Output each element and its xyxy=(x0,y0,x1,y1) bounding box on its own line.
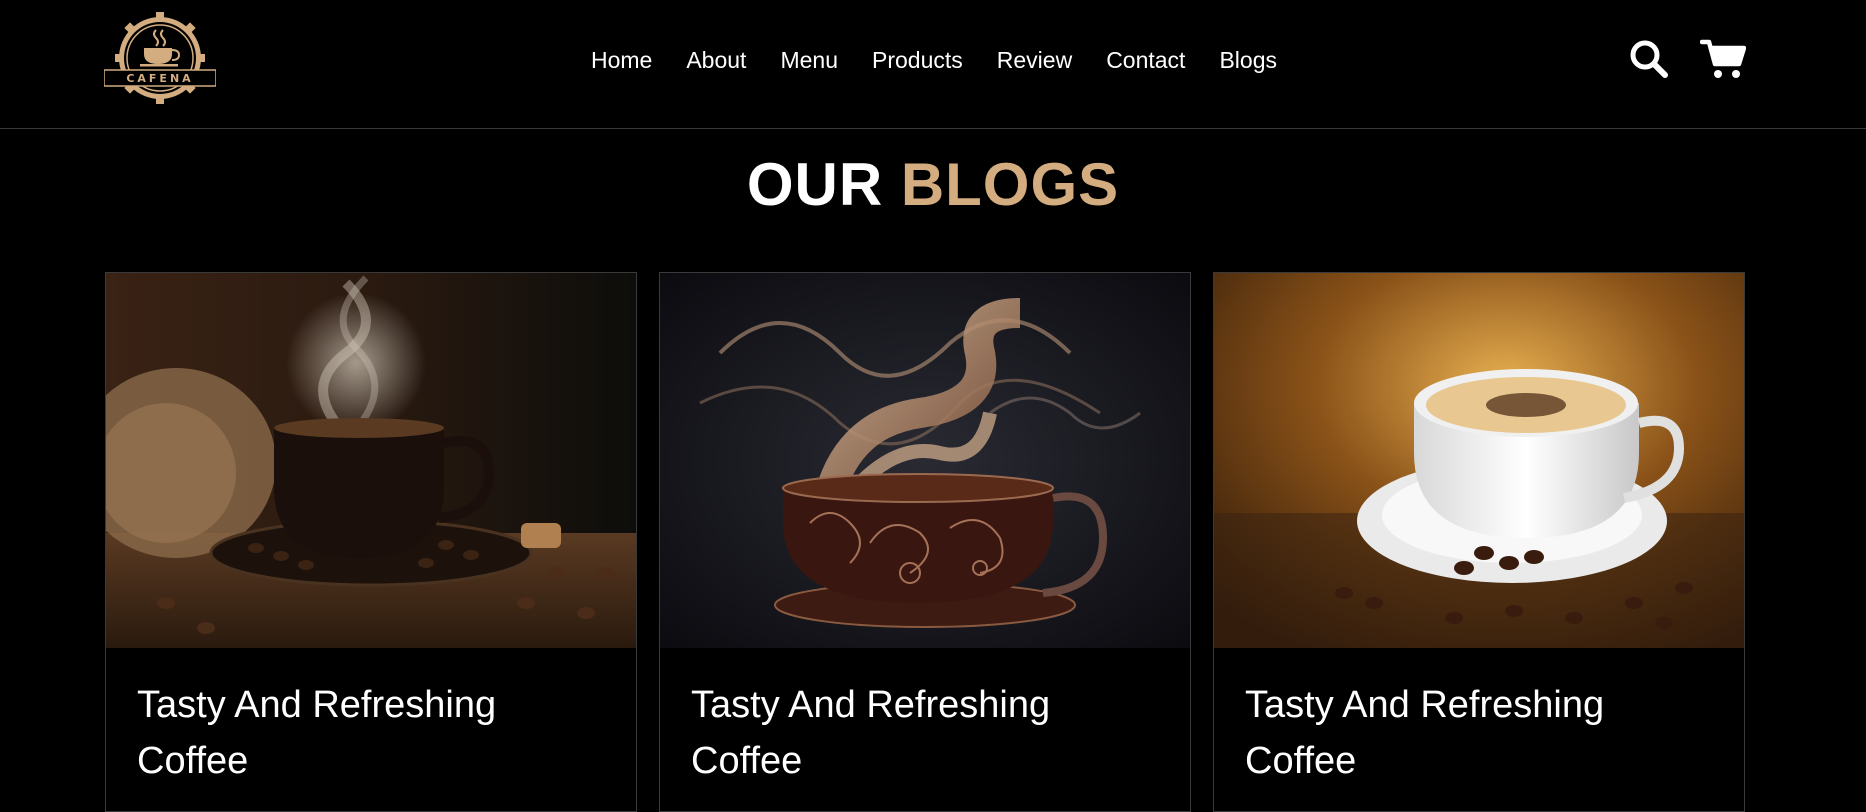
blog-card[interactable]: Tasty And Refreshing Coffee xyxy=(1213,272,1745,812)
nav-home[interactable]: Home xyxy=(591,48,652,72)
blog-title[interactable]: Tasty And Refreshing Coffee xyxy=(1245,677,1715,789)
nav-menu[interactable]: Menu xyxy=(780,48,838,72)
blog-image-ornate-cup-smoke[interactable] xyxy=(660,273,1190,648)
section-title: OUR BLOGS xyxy=(0,150,1866,219)
nav-products[interactable]: Products xyxy=(872,48,963,72)
cart-icon xyxy=(1700,39,1746,78)
section-title-accent: BLOGS xyxy=(900,151,1120,218)
main-nav: Home About Menu Products Review Contact … xyxy=(0,0,1866,120)
site-header: CAFENA Home About Menu Products Review C… xyxy=(0,0,1866,129)
blog-card[interactable]: Tasty And Refreshing Coffee xyxy=(105,272,637,812)
nav-about[interactable]: About xyxy=(686,48,746,72)
blog-image-coffee-cup-beans[interactable] xyxy=(106,273,636,648)
blog-title[interactable]: Tasty And Refreshing Coffee xyxy=(137,677,607,789)
search-button[interactable] xyxy=(1626,36,1672,82)
nav-review[interactable]: Review xyxy=(997,48,1072,72)
blog-image-cappuccino-cup[interactable] xyxy=(1214,273,1744,648)
search-icon xyxy=(1630,40,1668,78)
blog-card[interactable]: Tasty And Refreshing Coffee xyxy=(659,272,1191,812)
nav-contact[interactable]: Contact xyxy=(1106,48,1185,72)
cart-button[interactable] xyxy=(1700,36,1746,82)
blog-title[interactable]: Tasty And Refreshing Coffee xyxy=(691,677,1161,789)
section-title-main: OUR xyxy=(746,151,884,218)
nav-blogs[interactable]: Blogs xyxy=(1219,48,1277,72)
